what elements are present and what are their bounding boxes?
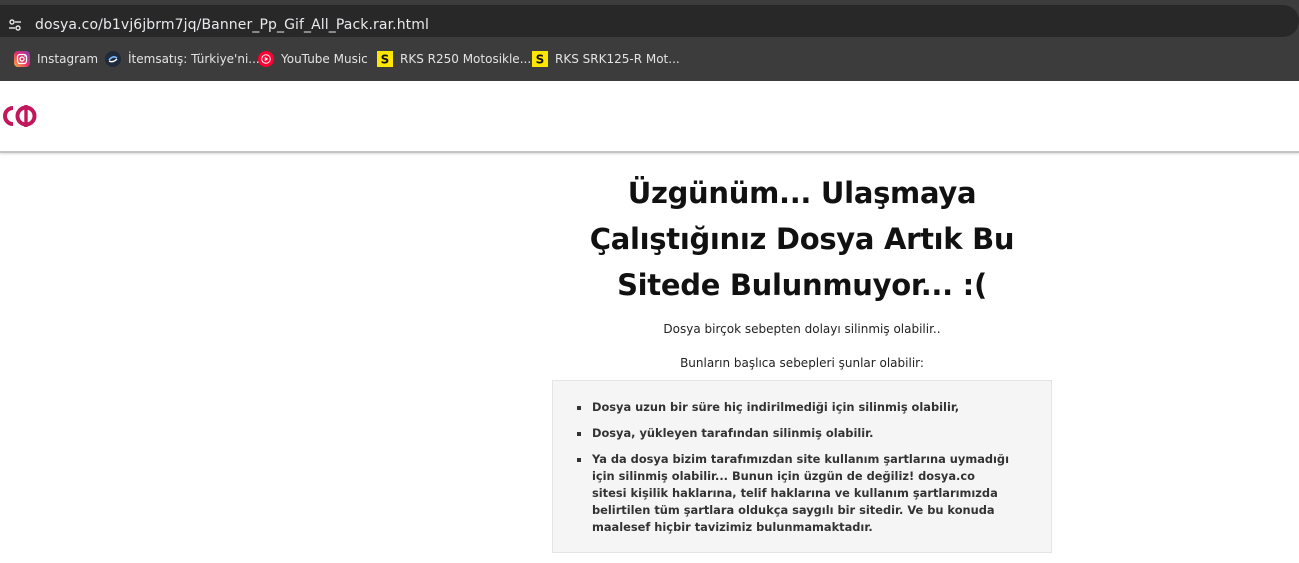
bookmark-youtube-music[interactable]: YouTube Music	[258, 48, 368, 70]
bookmark-rks-srk125[interactable]: S RKS SRK125-R Mot...	[532, 48, 680, 70]
bookmark-itemsatis[interactable]: İtemsatış: Türkiye'ni...	[105, 48, 260, 70]
bookmark-label: İtemsatış: Türkiye'ni...	[128, 52, 260, 66]
dosya-co-logo[interactable]	[0, 103, 40, 129]
error-headline: Üzgünüm... Ulaşmaya Çalıştığınız Dosya A…	[589, 176, 1015, 302]
bookmark-label: YouTube Music	[281, 52, 368, 66]
bookmarks-bar: Instagram İtemsatış: Türkiye'ni... YouTu…	[0, 44, 1299, 74]
reasons-list: Dosya uzun bir süre hiç indirilmediği iç…	[553, 381, 1051, 536]
list-item: Dosya uzun bir süre hiç indirilmediği iç…	[577, 399, 1011, 416]
svg-text:S: S	[536, 53, 545, 67]
address-bar-row: dosya.co/b1vj6jbrm7jq/Banner_Pp_Gif_All_…	[0, 0, 1299, 40]
svg-text:S: S	[381, 53, 390, 67]
address-bar[interactable]: dosya.co/b1vj6jbrm7jq/Banner_Pp_Gif_All_…	[0, 5, 1299, 37]
reasons-box: Dosya uzun bir süre hiç indirilmediği iç…	[552, 380, 1052, 553]
bookmark-label: RKS SRK125-R Mot...	[555, 52, 680, 66]
list-item: Dosya, yükleyen tarafından silinmiş olab…	[577, 425, 1011, 442]
error-message: Üzgünüm... Ulaşmaya Çalıştığınız Dosya A…	[552, 170, 1052, 370]
bookmark-rks-r250[interactable]: S RKS R250 Motosikle...	[377, 48, 531, 70]
list-item: Ya da dosya bizim tarafımızdan site kull…	[577, 452, 1009, 534]
site-info-icon[interactable]	[4, 14, 26, 36]
reasons-intro: Bunların başlıca sebepleri şunlar olabil…	[680, 356, 924, 370]
error-subtitle: Dosya birçok sebepten dolayı silinmiş ol…	[663, 322, 941, 336]
bookmark-instagram[interactable]: Instagram	[14, 48, 98, 70]
bookmark-label: Instagram	[37, 52, 99, 66]
bookmark-label: RKS R250 Motosikle...	[400, 52, 532, 66]
rks-icon: S	[377, 51, 393, 67]
site-header	[0, 81, 1299, 153]
url-text[interactable]: dosya.co/b1vj6jbrm7jq/Banner_Pp_Gif_All_…	[35, 17, 429, 33]
youtube-music-icon	[258, 51, 274, 67]
rks-icon: S	[532, 51, 548, 67]
instagram-icon	[14, 51, 30, 67]
itemsatis-icon	[105, 51, 121, 67]
